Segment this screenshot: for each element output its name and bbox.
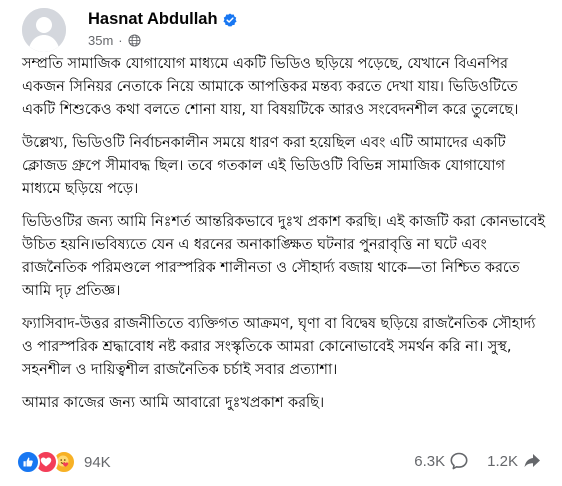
verified-badge-icon [223, 12, 237, 27]
post-paragraph: আমার কাজের জন্য আমি আবারো দুঃখপ্রকাশ করছ… [22, 394, 325, 411]
post-body: সম্প্রতি সামাজিক যোগাযোগ মাধ্যমে একটি ভি… [22, 52, 547, 424]
post-paragraph: ফ্যাসিবাদ-উত্তর রাজনীতিতে ব্যক্তিগত আক্র… [22, 315, 536, 378]
post-meta: 35m · [88, 33, 141, 48]
meta-separator: · [118, 33, 123, 48]
comment-count-button[interactable]: 6.3K [414, 451, 469, 471]
comment-count: 6.3K [414, 452, 446, 470]
post-card: Hasnat Abdullah 35m · সম্প্রতি সামাজিক য… [0, 0, 562, 486]
like-icon [16, 450, 40, 474]
default-avatar-icon [22, 8, 66, 52]
post-paragraph: ভিডিওটির জন্য আমি নিঃশর্ত আন্তরিকভাবে দু… [22, 213, 546, 299]
author-row: Hasnat Abdullah [88, 10, 237, 29]
share-icon [524, 454, 540, 468]
reactions-summary[interactable]: 94K [16, 450, 111, 474]
globe-icon[interactable] [128, 34, 141, 47]
share-count: 1.2K [487, 452, 518, 470]
share-count-button[interactable]: 1.2K [487, 451, 542, 471]
author-name[interactable]: Hasnat Abdullah [88, 10, 218, 29]
post-paragraph: উল্লেখ্য, ভিডিওটি নির্বাচনকালীন সময়ে ধা… [22, 134, 506, 197]
post-header: Hasnat Abdullah 35m · [22, 8, 550, 52]
post-footer: 94K 6.3K 1.2K [16, 447, 546, 477]
post-paragraph: সম্প্রতি সামাজিক যোগাযোগ মাধ্যমে একটি ভি… [22, 55, 519, 118]
avatar[interactable] [22, 8, 66, 52]
comment-icon [450, 452, 468, 470]
engagement-stats: 6.3K 1.2K [414, 451, 542, 471]
reaction-count[interactable]: 94K [84, 454, 111, 471]
timestamp[interactable]: 35m [88, 33, 113, 48]
